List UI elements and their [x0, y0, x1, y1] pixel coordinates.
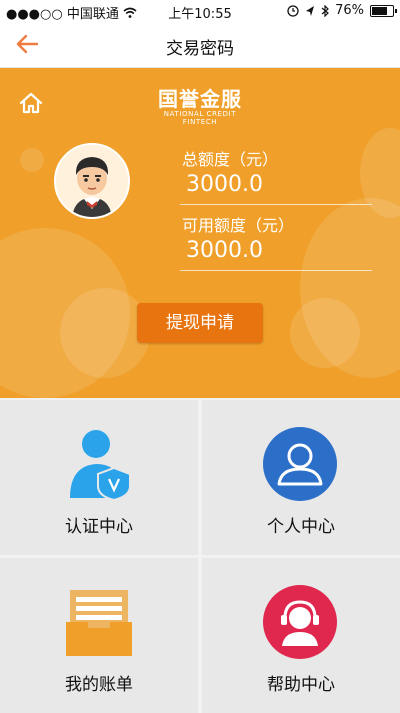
user-profile-icon: [263, 427, 337, 501]
avatar-illustration: [56, 145, 128, 217]
nav-bar: 交易密码: [0, 22, 400, 68]
menu-label: 我的账单: [65, 675, 133, 695]
available-limit-value: 3000.0: [186, 238, 263, 263]
menu-item-help[interactable]: 帮助中心: [202, 558, 400, 713]
menu-item-bills[interactable]: 我的账单: [0, 558, 198, 713]
menu-item-verification[interactable]: 认证中心: [0, 400, 198, 555]
bluetooth-icon: [321, 4, 329, 17]
total-limit-value: 3000.0: [186, 172, 263, 197]
menu-label: 帮助中心: [267, 675, 335, 695]
menu-item-profile[interactable]: 个人中心: [202, 400, 400, 555]
account-summary-panel: 国誉金服 NATIONAL CREDIT FINTECH 总额度（元） 3000…: [0, 68, 400, 398]
location-icon: [306, 5, 315, 16]
logo-text-en: NATIONAL CREDIT FINTECH: [163, 110, 237, 126]
home-icon[interactable]: [18, 90, 44, 116]
status-bar: ●●●○○ 中国联通 上午10:55 76%: [0, 0, 400, 22]
divider: [180, 270, 372, 271]
available-limit-label: 可用额度（元）: [182, 216, 295, 235]
brand-logo: 国誉金服 NATIONAL CREDIT FINTECH: [155, 87, 245, 126]
menu-label: 认证中心: [65, 517, 133, 537]
verified-user-icon: [70, 430, 131, 500]
menu-label: 个人中心: [267, 517, 335, 537]
divider: [180, 204, 372, 205]
avatar: [54, 143, 130, 219]
battery-icon: [370, 4, 397, 17]
page-title: 交易密码: [166, 39, 234, 59]
battery-percent: 76%: [335, 3, 364, 18]
total-limit-label: 总额度（元）: [182, 150, 279, 169]
bill-icon: [66, 590, 132, 656]
alarm-icon: [287, 4, 299, 17]
logo-text-cn: 国誉金服: [158, 87, 242, 111]
menu-grid: 认证中心 个人中心 我的账单 帮助中心: [0, 398, 400, 713]
customer-service-icon: [263, 585, 337, 659]
withdraw-button[interactable]: 提现申请: [137, 303, 263, 343]
